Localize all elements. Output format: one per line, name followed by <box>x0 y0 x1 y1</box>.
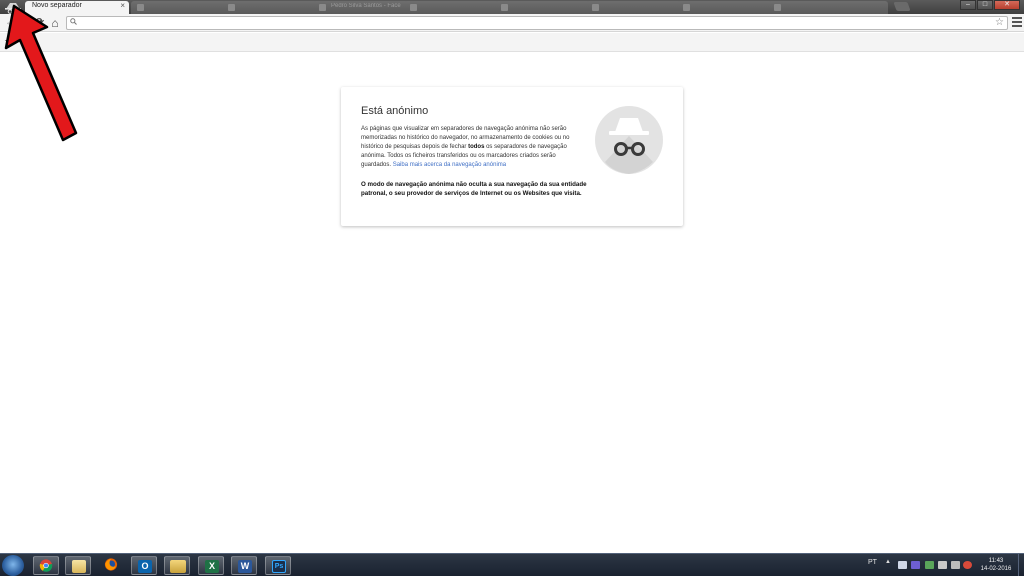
tab-close-icon[interactable]: × <box>120 1 125 10</box>
tray-app-icon[interactable] <box>938 561 947 569</box>
chrome-menu-icon[interactable] <box>1012 17 1022 27</box>
clock-date: 14-02-2016 <box>980 566 1012 572</box>
taskbar-chrome[interactable] <box>33 556 59 575</box>
tab-favicon-icon <box>228 4 235 11</box>
tab-favicon-icon <box>683 4 690 11</box>
windows-flag-icon[interactable] <box>898 561 907 569</box>
bookmarks-bar: ★ <box>0 33 1024 52</box>
background-tab[interactable]: Pedro Silva Santos - Facebook <box>313 1 408 14</box>
tray-app-icon[interactable] <box>911 561 920 569</box>
screen: Novo separador × Pedro Silva Santos - Fa… <box>0 0 1024 576</box>
background-tab[interactable] <box>768 1 888 14</box>
maximize-button[interactable]: □ <box>977 0 993 10</box>
taskbar-outlook[interactable]: O <box>131 556 157 575</box>
incognito-spy-illustration-icon <box>595 106 663 174</box>
red-arrow-annotation <box>0 0 90 150</box>
windows-taskbar: O X W Ps PT ▲ 11:43 14-02-2016 <box>0 553 1024 576</box>
taskbar-photoshop[interactable]: Ps <box>265 556 291 575</box>
bookmark-star-icon[interactable]: ☆ <box>995 17 1004 28</box>
taskbar-excel[interactable]: X <box>198 556 224 575</box>
incognito-card: Está anónimo As páginas que visualizar e… <box>341 87 683 226</box>
tab-favicon-icon <box>319 4 326 11</box>
tab-favicon-icon <box>501 4 508 11</box>
file-explorer-icon <box>72 560 86 573</box>
close-window-button[interactable]: ✕ <box>994 0 1020 10</box>
incognito-description: As páginas que visualizar em separadores… <box>361 126 570 168</box>
taskbar-file-explorer[interactable] <box>65 556 91 575</box>
learn-more-link[interactable]: Saiba mais acerca da navegação anónima <box>393 162 506 168</box>
incognito-warning: O modo de navegação anónima não oculta a… <box>361 181 587 197</box>
language-indicator[interactable]: PT <box>868 559 877 566</box>
start-button[interactable] <box>2 555 24 576</box>
photoshop-icon: Ps <box>272 560 286 573</box>
show-desktop-button[interactable] <box>1018 554 1024 576</box>
browser-titlebar: Novo separador × Pedro Silva Santos - Fa… <box>0 0 1024 14</box>
clock-time: 11:43 <box>988 558 1004 564</box>
incognito-title: Está anónimo <box>361 105 429 117</box>
volume-icon[interactable] <box>963 561 972 569</box>
chrome-icon <box>39 559 53 572</box>
action-center-icon[interactable] <box>951 561 960 569</box>
background-tab[interactable] <box>677 1 772 14</box>
tab-favicon-icon <box>137 4 144 11</box>
window-controls: – □ ✕ <box>960 0 1020 10</box>
new-tab-button[interactable] <box>893 2 911 11</box>
firefox-icon <box>104 558 118 571</box>
show-hidden-icons-icon[interactable]: ▲ <box>885 559 891 565</box>
excel-icon: X <box>205 560 219 573</box>
tab-favicon-icon <box>410 4 417 11</box>
system-clock[interactable]: 11:43 14-02-2016 <box>976 557 1016 573</box>
background-tab[interactable] <box>131 1 226 14</box>
word-icon: W <box>238 560 252 573</box>
browser-toolbar: ← → ⟳ ⌂ ☆ <box>0 14 1024 32</box>
background-tab[interactable] <box>495 1 590 14</box>
tab-favicon-icon <box>592 4 599 11</box>
outlook-icon: O <box>138 560 152 573</box>
taskbar-word[interactable]: W <box>231 556 257 575</box>
background-tab[interactable] <box>586 1 681 14</box>
minimize-button[interactable]: – <box>960 0 976 10</box>
omnibox[interactable]: ☆ <box>66 16 1008 30</box>
taskbar-folder[interactable] <box>164 556 190 575</box>
tab-favicon-icon <box>774 4 781 11</box>
background-tab[interactable] <box>404 1 499 14</box>
background-tab[interactable] <box>222 1 317 14</box>
tray-app-icon[interactable] <box>925 561 934 569</box>
taskbar-firefox[interactable] <box>99 556 125 575</box>
folder-icon <box>170 560 186 573</box>
